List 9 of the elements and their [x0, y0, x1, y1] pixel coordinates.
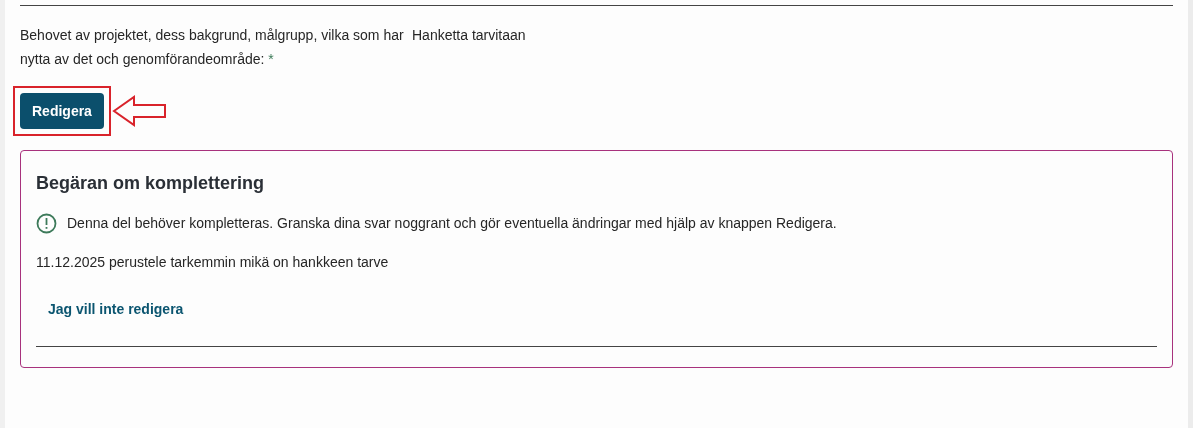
notice-text: Denna del behöver kompletteras. Granska dina svar noggrant och gör eventuella ändringar med hjälp av knappen Redigera.	[67, 214, 837, 233]
decline-edit-link[interactable]: Jag vill inte redigera	[48, 299, 184, 320]
comment-text: 11.12.2025 perustele tarkemmin mikä on hankkeen tarve	[36, 253, 389, 272]
info-icon	[36, 213, 57, 234]
arrow-icon	[111, 95, 168, 127]
answer-text: Hanketta tarvitaan	[412, 26, 526, 45]
card-title: Begäran om komplettering	[36, 172, 265, 195]
edit-button[interactable]: Redigera	[20, 93, 104, 129]
question-label: Behovet av projektet, dess bakgrund, målgrupp, vilka som har nytta av det och genomförandeområde: *	[20, 27, 404, 67]
